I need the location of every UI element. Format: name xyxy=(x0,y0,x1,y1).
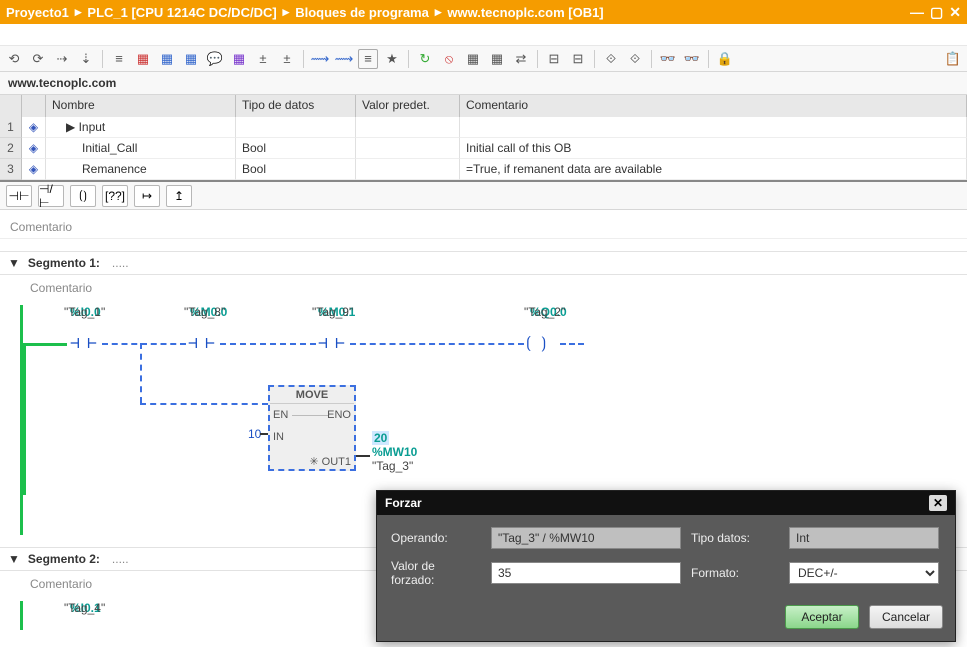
tool-icon[interactable]: ⊟ xyxy=(544,49,564,69)
dialog-title-bar[interactable]: Forzar ✕ xyxy=(377,491,955,515)
accept-button[interactable]: Aceptar xyxy=(785,605,859,629)
col-name[interactable]: Nombre xyxy=(46,95,236,117)
move-block[interactable]: MOVE EN ENO IN ✳ OUT1 xyxy=(268,385,356,471)
tool-icon[interactable]: 🔒 xyxy=(715,49,735,69)
branch-open-icon[interactable]: ↦ xyxy=(134,185,160,207)
tipo-field xyxy=(789,527,939,549)
segment-header[interactable]: ▼ Segmento 1: ..... xyxy=(0,251,967,275)
tool-icon[interactable]: 👓 xyxy=(658,49,678,69)
close-icon[interactable]: ✕ xyxy=(949,4,961,21)
breadcrumb: Proyecto1 ▸ PLC_1 [CPU 1214C DC/DC/DC] ▸… xyxy=(0,0,967,24)
collapse-icon[interactable]: ▼ xyxy=(8,552,20,566)
io-icon: ◈ xyxy=(22,159,46,180)
tool-icon[interactable]: ± xyxy=(253,49,273,69)
label-operando: Operando: xyxy=(391,531,481,545)
minimize-icon[interactable]: — xyxy=(910,4,924,21)
coil-icon[interactable]: ⟮⟯ xyxy=(70,185,96,207)
contact-no-icon[interactable]: ⊣⊢ xyxy=(6,185,32,207)
tool-icon[interactable]: ↻ xyxy=(415,49,435,69)
net-comment[interactable]: Comentario xyxy=(0,216,967,239)
interface-table: Nombre Tipo de datos Valor predet. Comen… xyxy=(0,95,967,180)
io-icon: ◈ xyxy=(22,117,46,138)
tool-icon[interactable]: ⟳ xyxy=(28,49,48,69)
tool-icon[interactable]: ▦ xyxy=(133,49,153,69)
segment-comment[interactable]: Comentario xyxy=(0,275,967,305)
iface-row[interactable]: 2 ◈ Initial_Call Bool Initial call of th… xyxy=(0,138,967,159)
maximize-icon[interactable]: ▢ xyxy=(930,4,943,21)
branch-close-icon[interactable]: ↥ xyxy=(166,185,192,207)
formato-select[interactable]: DEC+/- xyxy=(789,562,939,584)
tool-icon[interactable]: ▦ xyxy=(487,49,507,69)
tool-icon[interactable]: ▦ xyxy=(157,49,177,69)
coil[interactable]: ⟮ ⟯ xyxy=(526,333,546,353)
crumb-plc[interactable]: PLC_1 [CPU 1214C DC/DC/DC] xyxy=(87,5,276,20)
tool-icon[interactable]: ⇄ xyxy=(511,49,531,69)
power-rail xyxy=(20,601,23,630)
tool-icon[interactable]: ± xyxy=(277,49,297,69)
box-icon[interactable]: [??] xyxy=(102,185,128,207)
tool-icon[interactable]: ★ xyxy=(382,49,402,69)
force-dialog: Forzar ✕ Operando: Tipo datos: Valor de … xyxy=(376,490,956,642)
label-tipo: Tipo datos: xyxy=(691,531,779,545)
tool-icon[interactable]: ⟐ xyxy=(601,49,621,69)
tool-icon[interactable]: ⟐ xyxy=(625,49,645,69)
contact-no[interactable]: ⊣ ⊢ xyxy=(318,333,344,352)
io-icon: ◈ xyxy=(22,138,46,159)
tool-icon[interactable]: ▦ xyxy=(181,49,201,69)
tool-icon[interactable]: ▦ xyxy=(463,49,483,69)
operando-field xyxy=(491,527,681,549)
tool-icon[interactable]: ▦ xyxy=(229,49,249,69)
spacer xyxy=(0,24,967,46)
tool-icon[interactable]: 👓 xyxy=(682,49,702,69)
dialog-close-icon[interactable]: ✕ xyxy=(929,495,947,511)
iface-row[interactable]: 1 ◈ ▶ Input xyxy=(0,117,967,138)
crumb-ob[interactable]: www.tecnoplc.com [OB1] xyxy=(447,5,603,20)
tool-icon[interactable]: ⊟ xyxy=(568,49,588,69)
tool-icon[interactable]: ⇢ xyxy=(52,49,72,69)
iface-row[interactable]: 3 ◈ Remanence Bool =True, if remanent da… xyxy=(0,159,967,180)
contact-no[interactable]: ⊣ ⊢ xyxy=(70,629,96,630)
tool-icon[interactable]: ⟿ xyxy=(310,49,330,69)
label-formato: Formato: xyxy=(691,566,779,580)
main-toolbar: ⟲ ⟳ ⇢ ⇣ ≡ ▦ ▦ ▦ 💬 ▦ ± ± ⟿ ⟿ ≡ ★ ↻ ⦸ ▦ ▦ … xyxy=(0,46,967,72)
tool-icon[interactable]: 💬 xyxy=(205,49,225,69)
tool-icon[interactable]: ≡ xyxy=(109,49,129,69)
cancel-button[interactable]: Cancelar xyxy=(869,605,943,629)
col-type[interactable]: Tipo de datos xyxy=(236,95,356,117)
expand-icon[interactable]: ▶ xyxy=(66,120,75,134)
contact-nc-icon[interactable]: ⊣/⊢ xyxy=(38,185,64,207)
iface-header: Nombre Tipo de datos Valor predet. Comen… xyxy=(0,95,967,117)
tool-icon[interactable]: ≡ xyxy=(358,49,378,69)
crumb-project[interactable]: Proyecto1 xyxy=(6,5,69,20)
tool-icon[interactable]: ⟿ xyxy=(334,49,354,69)
contact-no[interactable]: ⊣ ⊢ xyxy=(188,333,214,352)
col-default[interactable]: Valor predet. xyxy=(356,95,460,117)
tool-icon[interactable]: ⟲ xyxy=(4,49,24,69)
block-title: www.tecnoplc.com xyxy=(0,72,967,95)
ladder-toolbar: ⊣⊢ ⊣/⊢ ⟮⟯ [??] ↦ ↥ xyxy=(0,180,967,210)
valor-forzado-input[interactable] xyxy=(491,562,681,584)
col-comment[interactable]: Comentario xyxy=(460,95,967,117)
crumb-blocks[interactable]: Bloques de programa xyxy=(295,5,429,20)
contact-no[interactable]: ⊣ ⊢ xyxy=(70,333,96,352)
tool-icon[interactable]: ⇣ xyxy=(76,49,96,69)
label-valor: Valor de forzado: xyxy=(391,559,481,587)
tool-icon[interactable]: 📋 xyxy=(943,49,963,69)
tool-icon[interactable]: ⦸ xyxy=(439,49,459,69)
collapse-icon[interactable]: ▼ xyxy=(8,256,20,270)
